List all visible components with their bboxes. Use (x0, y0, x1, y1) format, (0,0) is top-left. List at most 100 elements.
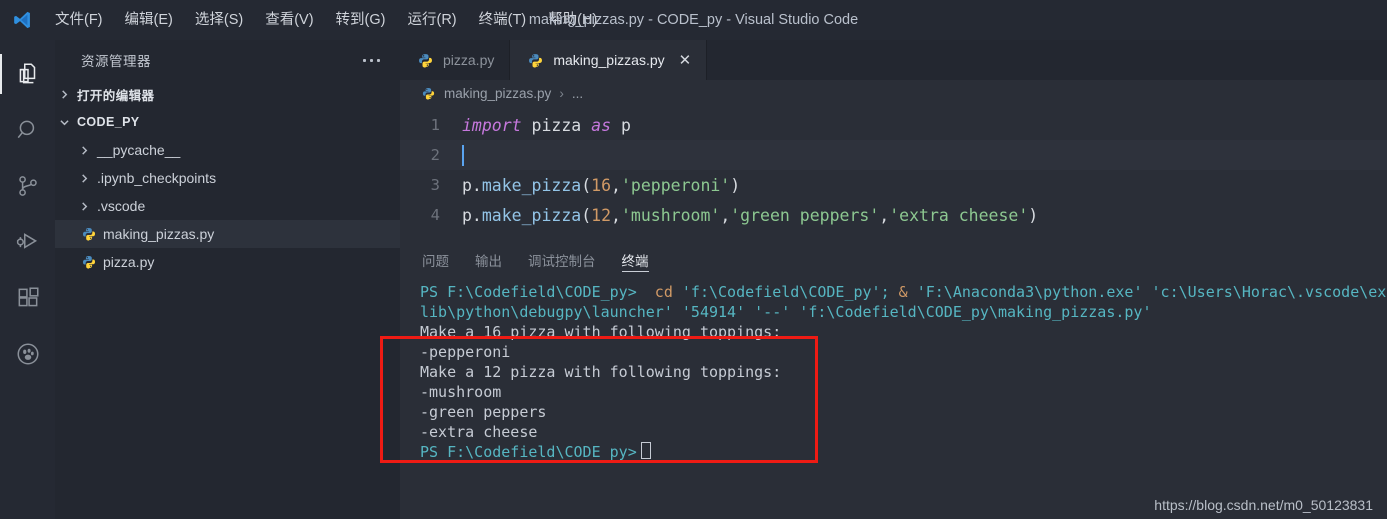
menu-bar: 文件(F) 编辑(E) 选择(S) 查看(V) 转到(G) 运行(R) 终端(T… (44, 0, 608, 40)
terminal-output[interactable]: PS F:\Codefield\CODE_py> cd 'f:\Codefiel… (400, 278, 1387, 519)
code-text (462, 144, 464, 166)
python-file-icon (525, 53, 545, 68)
workspace-folder-label: CODE_PY (77, 115, 140, 129)
python-file-icon (415, 53, 435, 68)
paw-print-icon (15, 341, 41, 367)
menu-selection[interactable]: 选择(S) (184, 0, 254, 40)
python-file-icon (418, 87, 438, 100)
activity-explorer[interactable] (0, 46, 55, 102)
tab-terminal[interactable]: 终端 (621, 242, 649, 278)
code-token: import (462, 115, 522, 135)
chevron-down-icon (55, 118, 73, 127)
bottom-panel: 问题 输出 调试控制台 终端 PS F:\Codefield\CODE_py> … (400, 242, 1387, 519)
terminal-segment: -green peppers (420, 403, 547, 421)
line-number: 4 (430, 206, 440, 224)
tree-item-making-pizzas-py[interactable]: making_pizzas.py (55, 220, 400, 248)
tree-item-ipynb-checkpoints[interactable]: .ipynb_checkpoints (55, 164, 400, 192)
code-token: ( (581, 205, 592, 225)
close-icon[interactable]: ✕ (679, 53, 692, 68)
explorer-sidebar: 资源管理器 打开的编辑器 CODE_PY __pycache__ .ipynb_… (55, 40, 400, 519)
workbench-body: 资源管理器 打开的编辑器 CODE_PY __pycache__ .ipynb_… (0, 40, 1387, 519)
open-editors-label: 打开的编辑器 (77, 88, 155, 103)
terminal-cursor (640, 442, 651, 459)
terminal-line: PS F:\Codefield\CODE_py> cd 'f:\Codefiel… (420, 282, 1387, 302)
search-icon (15, 117, 41, 143)
activity-search[interactable] (0, 102, 55, 158)
tree-item-label: .ipynb_checkpoints (97, 170, 217, 186)
code-text: p.make_pizza(16,'pepperoni') (462, 176, 740, 195)
menu-help[interactable]: 帮助(H) (537, 0, 608, 40)
code-token: , (611, 205, 621, 225)
tree-item-pizza-py[interactable]: pizza.py (55, 248, 400, 276)
activity-run-and-debug[interactable] (0, 214, 55, 270)
code-token: ) (730, 175, 741, 195)
files-explorer-icon (15, 61, 41, 87)
tab-output[interactable]: 输出 (475, 242, 502, 278)
code-line[interactable]: 3 p.make_pizza(16,'pepperoni') (400, 170, 1387, 200)
menu-run[interactable]: 运行(R) (396, 0, 467, 40)
code-token: 16 (591, 175, 612, 195)
terminal-line: -pepperoni (420, 342, 1387, 362)
activity-paw[interactable] (0, 326, 55, 382)
code-line[interactable]: 2 (400, 140, 1387, 170)
terminal-segment: -mushroom (420, 383, 502, 401)
extensions-icon (15, 285, 41, 311)
terminal-segment: -pepperoni (420, 343, 511, 361)
chevron-right-icon (75, 145, 93, 155)
code-token: p (611, 115, 631, 135)
activity-bar (0, 40, 55, 519)
terminal-segment: 'f:\Codefield\CODE_py' (681, 283, 881, 301)
menu-view[interactable]: 查看(V) (254, 0, 324, 40)
chevron-right-icon (75, 201, 93, 211)
code-editor[interactable]: 1 import pizza as p 2 3 p.make_pizza(16,'pep… (400, 106, 1387, 242)
tab-problems[interactable]: 问题 (422, 242, 449, 278)
terminal-segment: & (898, 283, 917, 301)
editor-tab-bar: pizza.py making_pizzas.py ✕ (400, 40, 1387, 80)
tree-item-label: .vscode (97, 198, 146, 214)
activity-extensions[interactable] (0, 270, 55, 326)
tab-debug-console[interactable]: 调试控制台 (528, 242, 596, 278)
python-file-icon (79, 227, 99, 241)
tree-item-pycache[interactable]: __pycache__ (55, 136, 400, 164)
ellipsis-icon[interactable] (357, 53, 386, 68)
tab-label: pizza.py (443, 52, 495, 68)
menu-go[interactable]: 转到(G) (325, 0, 397, 40)
source-control-icon (15, 173, 41, 199)
terminal-segment: cd (645, 283, 682, 301)
terminal-line: PS F:\Codefield\CODE_py> (420, 442, 1387, 462)
terminal-line: -green peppers (420, 402, 1387, 422)
tab-label: making_pizzas.py (553, 52, 665, 68)
tab-making-pizzas-py[interactable]: making_pizzas.py ✕ (510, 40, 708, 80)
editor-area: pizza.py making_pizzas.py ✕ making_pizza… (400, 40, 1387, 519)
explorer-tree: 打开的编辑器 CODE_PY __pycache__ .ipynb_checkp… (55, 80, 400, 519)
menu-edit[interactable]: 编辑(E) (114, 0, 184, 40)
chevron-right-icon (55, 89, 73, 99)
menu-terminal[interactable]: 终端(T) (468, 0, 538, 40)
panel-tab-bar: 问题 输出 调试控制台 终端 (400, 242, 1387, 278)
terminal-segment: 'F:\Anaconda3\python.exe' 'c:\Users\Hora… (916, 283, 1387, 301)
terminal-segment: -extra cheese (420, 423, 538, 441)
watermark: https://blog.csdn.net/m0_50123831 (1154, 497, 1373, 513)
workspace-folder-section[interactable]: CODE_PY (55, 108, 400, 136)
terminal-segment: Make a 12 pizza with following toppings: (420, 363, 782, 381)
breadcrumb-file[interactable]: making_pizzas.py (444, 86, 551, 101)
terminal-line: -extra cheese (420, 422, 1387, 442)
code-token: ( (581, 175, 592, 195)
terminal-segment: Make a 16 pizza with following toppings: (420, 323, 782, 341)
code-token: make_pizza (481, 175, 582, 195)
code-token: make_pizza (481, 205, 582, 225)
tab-bar-filler (707, 40, 1387, 80)
activity-source-control[interactable] (0, 158, 55, 214)
tree-item-vscode[interactable]: .vscode (55, 192, 400, 220)
code-line[interactable]: 1 import pizza as p (400, 110, 1387, 140)
code-line[interactable]: 4 p.make_pizza(12,'mushroom','green peppe… (400, 200, 1387, 230)
title-bar: 文件(F) 编辑(E) 选择(S) 查看(V) 转到(G) 运行(R) 终端(T… (0, 0, 1387, 40)
run-and-debug-icon (15, 229, 41, 255)
terminal-segment: lib\python\debugpy\launcher' '54914' '--… (420, 303, 1152, 321)
menu-file[interactable]: 文件(F) (44, 0, 114, 40)
terminal-line: -mushroom (420, 382, 1387, 402)
tab-pizza-py[interactable]: pizza.py (400, 40, 511, 80)
breadcrumb-trailing[interactable]: ... (572, 86, 583, 101)
open-editors-section[interactable]: 打开的编辑器 (55, 80, 400, 108)
code-token: , (611, 175, 621, 195)
